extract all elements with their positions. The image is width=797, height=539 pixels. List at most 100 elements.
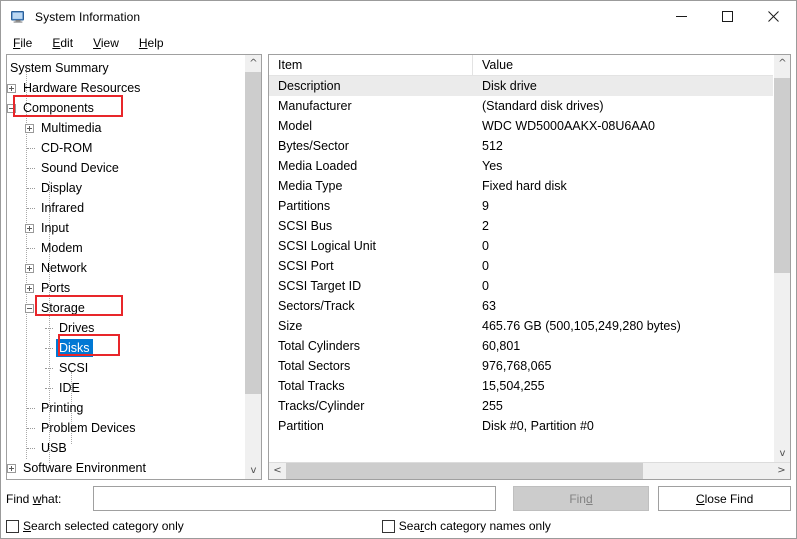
tree-item-input[interactable]: Input	[7, 218, 244, 238]
table-row[interactable]: Partitions 9	[269, 196, 773, 216]
tree-item-modem[interactable]: Modem	[7, 238, 244, 258]
close-icon[interactable]	[750, 1, 796, 32]
table-row[interactable]: SCSI Target ID 0	[269, 276, 773, 296]
tree-item-printing[interactable]: Printing	[7, 398, 244, 418]
find-label-suffix: hat:	[41, 491, 62, 506]
list-scroll-left-icon[interactable]: <	[269, 463, 286, 479]
expand-icon[interactable]	[25, 263, 34, 273]
find-button-prefix: Fin	[569, 491, 586, 506]
tree-item-sound-device[interactable]: Sound Device	[7, 158, 244, 178]
expand-icon[interactable]	[7, 463, 16, 473]
content-area: System Summary Hardware Resources Componen…	[1, 54, 796, 480]
menu-edit[interactable]: Edit	[49, 34, 82, 52]
tree-item-storage[interactable]: Storage	[7, 298, 244, 318]
find-button[interactable]: Fin d	[512, 486, 650, 511]
cell-value: Fixed hard disk	[482, 179, 567, 193]
tree-item-hardware-resources[interactable]: Hardware Resources	[7, 78, 244, 98]
cell-value: 60,801	[482, 339, 521, 353]
maximize-icon[interactable]	[704, 1, 750, 32]
table-row[interactable]: Manufacturer (Standard disk drives)	[269, 96, 773, 116]
cell-item: SCSI Logical Unit	[278, 239, 376, 253]
tree-item-multimedia[interactable]: Multimedia	[7, 118, 244, 138]
search-selected-category-checkbox[interactable]: Search selected category only	[6, 519, 184, 533]
list-horizontal-scrollbar[interactable]: < >	[269, 462, 790, 479]
expand-icon[interactable]	[7, 83, 16, 93]
column-header-value[interactable]: Value	[473, 55, 773, 76]
tree-item-label: USB	[41, 441, 67, 455]
cb1-accel: S	[23, 519, 32, 533]
collapse-icon[interactable]	[25, 303, 34, 313]
tree-item-system-summary[interactable]: System Summary	[7, 58, 244, 78]
tree-item-infrared[interactable]: Infrared	[7, 198, 244, 218]
tree-scrollbar-thumb[interactable]	[245, 72, 261, 394]
tree-item-disks[interactable]: Disks	[7, 338, 244, 358]
cell-item: SCSI Port	[278, 259, 334, 273]
checkbox-icon-category-names[interactable]	[381, 519, 395, 533]
tree-item-ide[interactable]: IDE	[7, 378, 244, 398]
tree-item-drives[interactable]: Drives	[7, 318, 244, 338]
checkbox-icon-selected-category[interactable]	[6, 519, 19, 533]
tree-item-display[interactable]: Display	[7, 178, 244, 198]
table-row[interactable]: SCSI Logical Unit 0	[269, 236, 773, 256]
close-find-accel: C	[695, 491, 705, 506]
tree-item-label: Display	[41, 181, 82, 195]
find-input[interactable]	[92, 486, 496, 511]
tree-item-label: Input	[41, 221, 69, 235]
table-row[interactable]: Total Tracks 15,504,255	[269, 376, 773, 396]
table-row[interactable]: SCSI Port 0	[269, 256, 773, 276]
menu-view-label: V	[93, 36, 101, 50]
tree-item-label: Drives	[59, 321, 95, 335]
table-row[interactable]: Bytes/Sector 512	[269, 136, 773, 156]
table-row[interactable]: Total Sectors 976,768,065	[269, 356, 773, 376]
list-scrollbar-thumb[interactable]	[774, 78, 790, 273]
close-find-suffix: lose Find	[704, 491, 754, 506]
find-options-row: Search selected category only Search cat…	[6, 516, 791, 536]
table-row[interactable]: Size 465.76 GB (500,105,249,280 bytes)	[269, 316, 773, 336]
tree-item-problem-devices[interactable]: Problem Devices	[7, 418, 244, 438]
expand-icon[interactable]	[25, 283, 34, 293]
cell-item: SCSI Target ID	[278, 279, 362, 293]
tree-item-ports[interactable]: Ports	[7, 278, 244, 298]
tree-item-cd-rom[interactable]: CD-ROM	[7, 138, 244, 158]
close-find-button[interactable]: Close Find	[658, 486, 791, 511]
cell-value: Disk drive	[482, 79, 537, 93]
cell-item: Size	[278, 319, 303, 333]
list-scroll-right-icon[interactable]: >	[773, 463, 790, 479]
cell-value: 465.76 GB (500,105,249,280 bytes)	[482, 319, 681, 333]
table-row[interactable]: Description Disk drive	[269, 76, 773, 96]
minimize-icon[interactable]	[658, 1, 704, 32]
list-scroll-down-icon[interactable]: v	[774, 445, 790, 462]
category-tree[interactable]: System Summary Hardware Resources Componen…	[7, 55, 244, 479]
menu-file[interactable]: File	[10, 34, 41, 52]
tree-item-software-environment[interactable]: Software Environment	[7, 458, 244, 478]
tree-item-components[interactable]: Components	[7, 98, 244, 118]
table-row[interactable]: Model WDC WD5000AAKX-08U6AA0	[269, 116, 773, 136]
search-category-names-checkbox[interactable]: Search category names only	[381, 519, 551, 533]
find-label-prefix: Find	[6, 491, 33, 506]
tree-item-label: IDE	[59, 381, 80, 395]
list-hscrollbar-thumb[interactable]	[286, 463, 643, 479]
cell-item: Total Sectors	[278, 359, 351, 373]
tree-item-scsi[interactable]: SCSI	[7, 358, 244, 378]
menu-help[interactable]: Help	[136, 34, 173, 52]
table-row[interactable]: Total Cylinders 60,801	[269, 336, 773, 356]
tree-vertical-scrollbar[interactable]: ^ v	[244, 55, 261, 479]
table-row[interactable]: SCSI Bus 2	[269, 216, 773, 236]
tree-item-usb[interactable]: USB	[7, 438, 244, 458]
collapse-icon[interactable]	[7, 103, 16, 113]
tree-scroll-down-icon[interactable]: v	[245, 462, 261, 479]
expand-icon[interactable]	[25, 223, 34, 233]
table-row[interactable]: Tracks/Cylinder 255	[269, 396, 773, 416]
tree-item-label: Network	[41, 261, 87, 275]
expand-icon[interactable]	[25, 123, 34, 133]
list-scroll-up-icon[interactable]: ^	[774, 55, 790, 72]
tree-item-network[interactable]: Network	[7, 258, 244, 278]
table-row[interactable]: Media Type Fixed hard disk	[269, 176, 773, 196]
table-row[interactable]: Partition Disk #0, Partition #0	[269, 416, 773, 436]
menu-view[interactable]: View	[90, 34, 128, 52]
column-header-item[interactable]: Item	[269, 55, 473, 76]
table-row[interactable]: Media Loaded Yes	[269, 156, 773, 176]
tree-scroll-up-icon[interactable]: ^	[245, 55, 261, 72]
table-row[interactable]: Sectors/Track 63	[269, 296, 773, 316]
list-vertical-scrollbar[interactable]: ^ v	[773, 55, 790, 462]
